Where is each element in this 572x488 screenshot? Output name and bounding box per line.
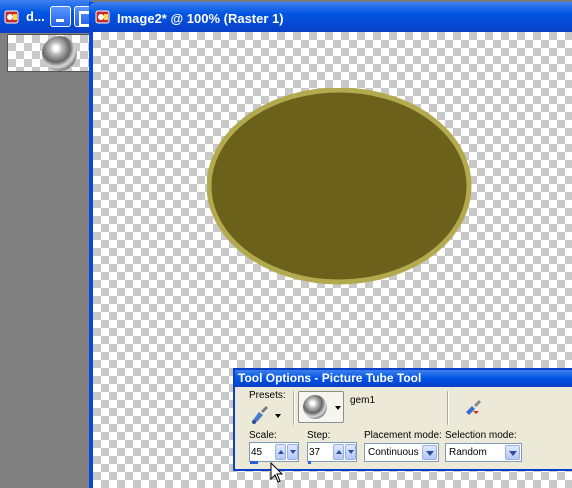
selection-mode-value: Random xyxy=(449,447,487,458)
scale-input[interactable] xyxy=(251,445,273,459)
separator xyxy=(293,391,294,425)
ellipse-shape xyxy=(206,87,472,288)
chevron-down-icon[interactable] xyxy=(422,445,437,460)
scale-down-arrow[interactable] xyxy=(287,444,298,460)
step-stepper[interactable] xyxy=(307,442,357,464)
step-input[interactable] xyxy=(309,445,331,459)
step-up-arrow[interactable] xyxy=(333,444,344,460)
tube-name: gem1 xyxy=(350,395,376,406)
document-title: d... xyxy=(26,9,45,24)
separator xyxy=(447,391,448,425)
gem-thumbnail-icon xyxy=(42,36,77,71)
app-icon xyxy=(4,10,20,27)
presets-label: Presets: xyxy=(249,390,286,401)
gem-tube-icon xyxy=(303,395,327,419)
placement-mode-value: Continuous xyxy=(368,447,419,458)
scale-stepper[interactable] xyxy=(249,442,299,464)
brush-preset-icon xyxy=(249,406,271,428)
tube-picker-button[interactable] xyxy=(298,391,344,423)
step-slider-indicator[interactable] xyxy=(308,461,311,464)
palette-title: Tool Options - Picture Tube Tool xyxy=(235,370,572,387)
scale-slider-indicator[interactable] xyxy=(250,461,258,464)
placement-mode-select[interactable]: Continuous xyxy=(364,443,439,462)
presets-button[interactable] xyxy=(249,403,283,427)
image-title: Image2* @ 100% (Raster 1) xyxy=(117,11,284,26)
image-titlebar[interactable]: Image2* @ 100% (Raster 1) xyxy=(89,2,572,32)
selection-mode-select[interactable]: Random xyxy=(445,443,522,462)
mouse-cursor-icon xyxy=(270,461,284,487)
scale-label: Scale: xyxy=(249,430,277,441)
minimize-button[interactable] xyxy=(50,6,71,27)
tool-options-palette[interactable]: Tool Options - Picture Tube Tool Presets… xyxy=(233,368,572,471)
placement-mode-label: Placement mode: xyxy=(364,430,442,441)
document-window-minimized[interactable]: d... xyxy=(0,0,95,488)
step-down-arrow[interactable] xyxy=(345,444,356,460)
selection-mode-label: Selection mode: xyxy=(445,430,517,441)
app-icon xyxy=(95,10,111,27)
tube-settings-icon[interactable] xyxy=(463,397,483,420)
document-titlebar[interactable]: d... xyxy=(0,0,95,33)
step-label: Step: xyxy=(307,430,331,441)
tube-thumbnail xyxy=(7,34,91,72)
chevron-down-icon[interactable] xyxy=(505,445,520,460)
presets-dropdown-arrow xyxy=(275,414,281,418)
tube-dropdown-arrow xyxy=(335,406,341,410)
scale-up-arrow[interactable] xyxy=(275,444,286,460)
